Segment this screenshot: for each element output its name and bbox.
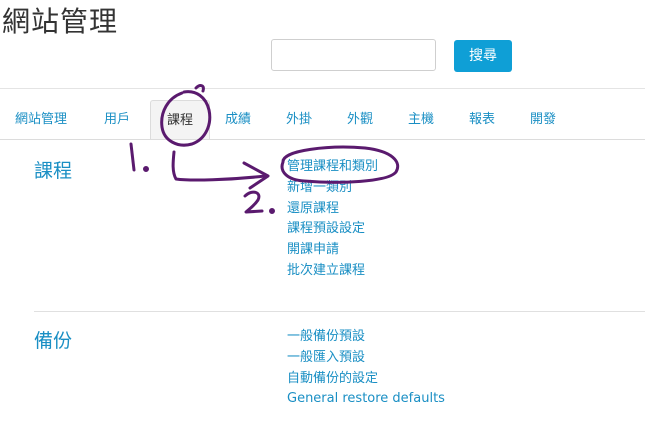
annotation-dot-1 [143,166,149,172]
link-general-backup-defaults[interactable]: 一般備份預設 [287,327,445,348]
link-manage-courses-categories[interactable]: 管理課程和類別 [287,157,378,178]
link-general-restore-defaults[interactable]: General restore defaults [287,389,445,410]
tab-site-admin[interactable]: 網站管理 [15,100,67,140]
tab-reports[interactable]: 報表 [469,100,495,140]
header-divider [0,88,645,89]
tab-plugins[interactable]: 外掛 [286,100,312,140]
tab-users[interactable]: 用戶 [104,100,130,140]
link-automated-backup-setup[interactable]: 自動備份的設定 [287,369,445,390]
section-heading-backups: 備份 [34,330,73,352]
page-title: 網站管理 [2,5,119,38]
link-course-request[interactable]: 開課申請 [287,240,378,261]
admin-tabs: 網站管理 用戶 課程 成績 外掛 外觀 主機 報表 開發 [0,100,645,140]
search-input[interactable] [271,39,436,71]
courses-links: 管理課程和類別 新增一類別 還原課程 課程預設設定 開課申請 批次建立課程 [287,157,378,282]
section-divider [34,311,645,312]
annotation-dot-2 [269,208,275,214]
annotation-arrowhead [242,161,270,190]
annotation-number-2 [243,190,264,214]
tab-development[interactable]: 開發 [530,100,556,140]
tab-appearance[interactable]: 外觀 [347,100,373,140]
search-button[interactable]: 搜尋 [454,40,512,72]
link-restore-course[interactable]: 還原課程 [287,199,378,220]
tab-grades[interactable]: 成績 [225,100,251,140]
link-upload-courses[interactable]: 批次建立課程 [287,261,378,282]
tabs-divider [0,139,645,140]
annotation-number-1 [129,142,136,172]
tab-server[interactable]: 主機 [408,100,434,140]
backups-links: 一般備份預設 一般匯入預設 自動備份的設定 General restore de… [287,327,445,410]
link-general-import-defaults[interactable]: 一般匯入預設 [287,348,445,369]
link-course-default-settings[interactable]: 課程預設設定 [287,219,378,240]
annotation-arrow [171,150,267,182]
link-add-category[interactable]: 新增一類別 [287,178,378,199]
section-heading-courses: 課程 [34,160,73,182]
tab-courses[interactable]: 課程 [150,100,210,140]
